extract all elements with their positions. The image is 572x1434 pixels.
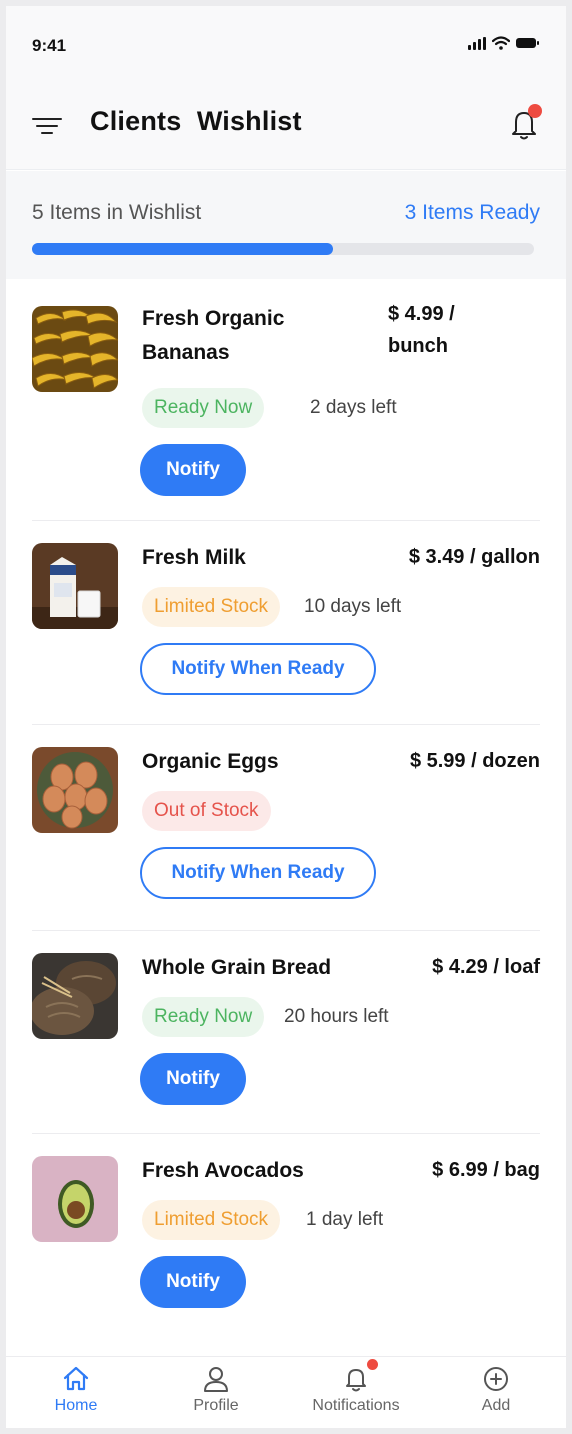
avocado-thumbnail (32, 1156, 118, 1242)
progress-fill (32, 243, 334, 255)
time-left: 2 days left (310, 397, 397, 418)
wishlist-item: Fresh Avocados $ 6.99 / bag Limited Stoc… (6, 1134, 566, 1338)
notification-dot (528, 104, 542, 118)
status-badge: Limited Stock (142, 587, 281, 627)
wishlist-item: Fresh Organic Bananas $ 4.99 / bunch Rea… (6, 280, 566, 521)
nav-add-label: Add (481, 1397, 511, 1414)
time-left: 1 day left (306, 1209, 384, 1230)
notify-button[interactable]: Notify (140, 1256, 246, 1308)
item-name: Fresh Avocados (142, 1159, 304, 1182)
filter-menu-icon[interactable] (32, 114, 62, 138)
bell-icon (342, 1359, 378, 1393)
status-bar: 9:41 (6, 6, 566, 84)
wishlist-item: Fresh Milk $ 3.49 / gallon Limited Stock… (6, 521, 566, 725)
time-left: 10 days left (304, 596, 402, 617)
status-badge: Ready Now (142, 388, 265, 428)
banana-thumbnail (32, 306, 118, 392)
status-badge: Limited Stock (142, 1200, 281, 1240)
milk-thumbnail (32, 543, 118, 629)
home-icon (63, 1366, 89, 1391)
notify-when-ready-button[interactable]: Notify When Ready (140, 847, 376, 899)
notification-dot (367, 1359, 378, 1370)
nav-profile[interactable]: Profile (146, 1357, 286, 1428)
notify-button[interactable]: Notify (140, 444, 246, 496)
item-price: $ 5.99 / dozen (409, 750, 540, 772)
item-name: Organic Eggs (142, 750, 279, 773)
wishlist-progress: 5 Items in Wishlist 3 Items Ready (6, 171, 566, 279)
nav-notifications-label: Notifications (312, 1397, 400, 1414)
nav-home-label: Home (54, 1397, 98, 1414)
wishlist-items: Fresh Organic Bananas $ 4.99 / bunch Rea… (6, 280, 566, 1338)
status-icons (468, 36, 539, 50)
battery-icon (516, 38, 539, 48)
notify-when-ready-button[interactable]: Notify When Ready (140, 643, 376, 695)
status-time: 9:41 (32, 36, 67, 55)
user-icon (204, 1367, 228, 1392)
nav-add[interactable]: Add (426, 1357, 566, 1428)
signal-icon (468, 36, 486, 50)
item-price: $ 6.99 / bag (432, 1159, 540, 1181)
item-price: $ 3.49 / gallon (408, 546, 540, 568)
status-badge: Out of Stock (142, 791, 271, 831)
item-price: $ 4.29 / loaf (432, 956, 540, 978)
item-name: Fresh Organic Bananas (142, 307, 285, 364)
eggs-thumbnail (32, 747, 118, 833)
item-name: Whole Grain Bread (142, 956, 332, 979)
notifications-button[interactable] (504, 104, 544, 144)
time-left: 20 hours left (284, 1006, 389, 1027)
page-title: Clients Wishlist (90, 106, 302, 136)
status-badge: Ready Now (142, 997, 265, 1037)
items-ready-link[interactable]: 3 Items Ready (405, 201, 540, 225)
app-header: Clients Wishlist (6, 84, 566, 170)
nav-notifications[interactable]: Notifications (286, 1357, 426, 1428)
nav-home[interactable]: Home (6, 1357, 146, 1428)
progress-track (32, 243, 534, 255)
nav-profile-label: Profile (193, 1397, 239, 1414)
wishlist-item: Whole Grain Bread $ 4.29 / loaf Ready No… (6, 931, 566, 1134)
items-count: 5 Items in Wishlist (32, 201, 202, 224)
item-price: $ 4.99 / bunch (388, 303, 455, 357)
notify-button[interactable]: Notify (140, 1053, 246, 1105)
bottom-nav: Home Profile Notifications Add (6, 1356, 566, 1428)
item-name: Fresh Milk (142, 546, 246, 569)
phone-screen: 9:41 Clients Wishlist 5 Items in Wishlis… (6, 6, 566, 1428)
bread-thumbnail (32, 953, 118, 1039)
plus-circle-icon (484, 1367, 508, 1391)
wishlist-item: Organic Eggs $ 5.99 / dozen Out of Stock… (6, 725, 566, 931)
wifi-icon (492, 36, 510, 50)
